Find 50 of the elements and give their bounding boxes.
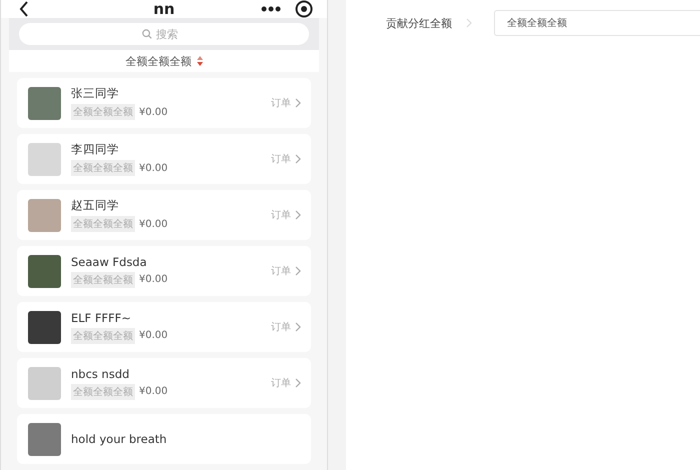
field-label: 贡献分红全额: [386, 16, 452, 30]
member-card[interactable]: Seaaw Fdsda 全额全额全额 ¥0.00 订单: [17, 246, 311, 296]
chevron-right-icon: [295, 210, 301, 220]
search-field[interactable]: 搜索: [19, 23, 309, 45]
avatar-photo-placeholder: [28, 310, 61, 344]
more-icon[interactable]: [261, 6, 281, 12]
member-card[interactable]: 李四同学 全额全额全额 ¥0.00 订单: [17, 134, 311, 184]
amount-tag: 全额全额全额: [71, 216, 135, 232]
member-card[interactable]: hold your breath: [17, 414, 311, 464]
avatar-photo-placeholder: [28, 86, 61, 120]
member-name: Seaaw Fdsda: [71, 254, 148, 268]
member-name: 张三同学: [71, 86, 120, 101]
sort-icon[interactable]: [196, 56, 202, 66]
member-card[interactable]: 赵五同学 全额全额全额 ¥0.00 订单: [17, 190, 311, 240]
avatar-photo-placeholder: [28, 254, 61, 288]
back-icon[interactable]: [19, 1, 29, 17]
amount-value: ¥0.00: [139, 106, 168, 118]
avatar-photo-placeholder: [28, 142, 61, 176]
amount-tag: 全额全额全额: [71, 272, 135, 288]
member-name: nbcs nsdd: [71, 366, 130, 380]
search-input[interactable]: 搜索: [156, 28, 186, 40]
page-title: nn: [153, 0, 175, 18]
chevron-right-icon: [295, 378, 301, 388]
amount-tag: 全额全额全额: [71, 384, 135, 400]
member-name: ELF FFFF~: [71, 310, 132, 324]
amount-tag: 全额全额全额: [71, 160, 135, 176]
chevron-right-icon: [295, 322, 301, 332]
amount-tag: 全额全额全额: [71, 328, 135, 344]
chevron-right-icon: [295, 154, 301, 164]
member-card[interactable]: ELF FFFF~ 全额全额全额 ¥0.00 订单: [17, 302, 311, 352]
search-icon: [142, 29, 152, 39]
member-card[interactable]: nbcs nsdd 全额全额全额 ¥0.00 订单: [17, 358, 311, 408]
amount-value: ¥0.00: [139, 274, 168, 285]
avatar-photo-placeholder: [28, 422, 61, 456]
chevron-right-icon: [466, 18, 472, 28]
member-name: 李四同学: [71, 142, 120, 157]
member-card[interactable]: 张三同学 全额全额全额 ¥0.00 订单: [17, 78, 311, 128]
member-name: 赵五同学: [71, 198, 120, 213]
chevron-right-icon: [295, 266, 301, 276]
chevron-right-icon: [295, 98, 301, 108]
avatar-photo-placeholder: [28, 198, 61, 232]
avatar-photo-placeholder: [28, 366, 61, 400]
member-name: hold your breath: [71, 432, 168, 446]
amount-value: ¥0.00: [139, 386, 168, 397]
amount-value: ¥0.00: [139, 218, 168, 230]
amount-value: ¥0.00: [139, 330, 168, 341]
sort-label[interactable]: 全额全额全额: [126, 54, 192, 68]
amount-tag: 全额全额全额: [71, 104, 135, 120]
amount-value: ¥0.00: [139, 162, 168, 174]
amount-input-field[interactable]: 全额全额全额: [494, 10, 700, 36]
